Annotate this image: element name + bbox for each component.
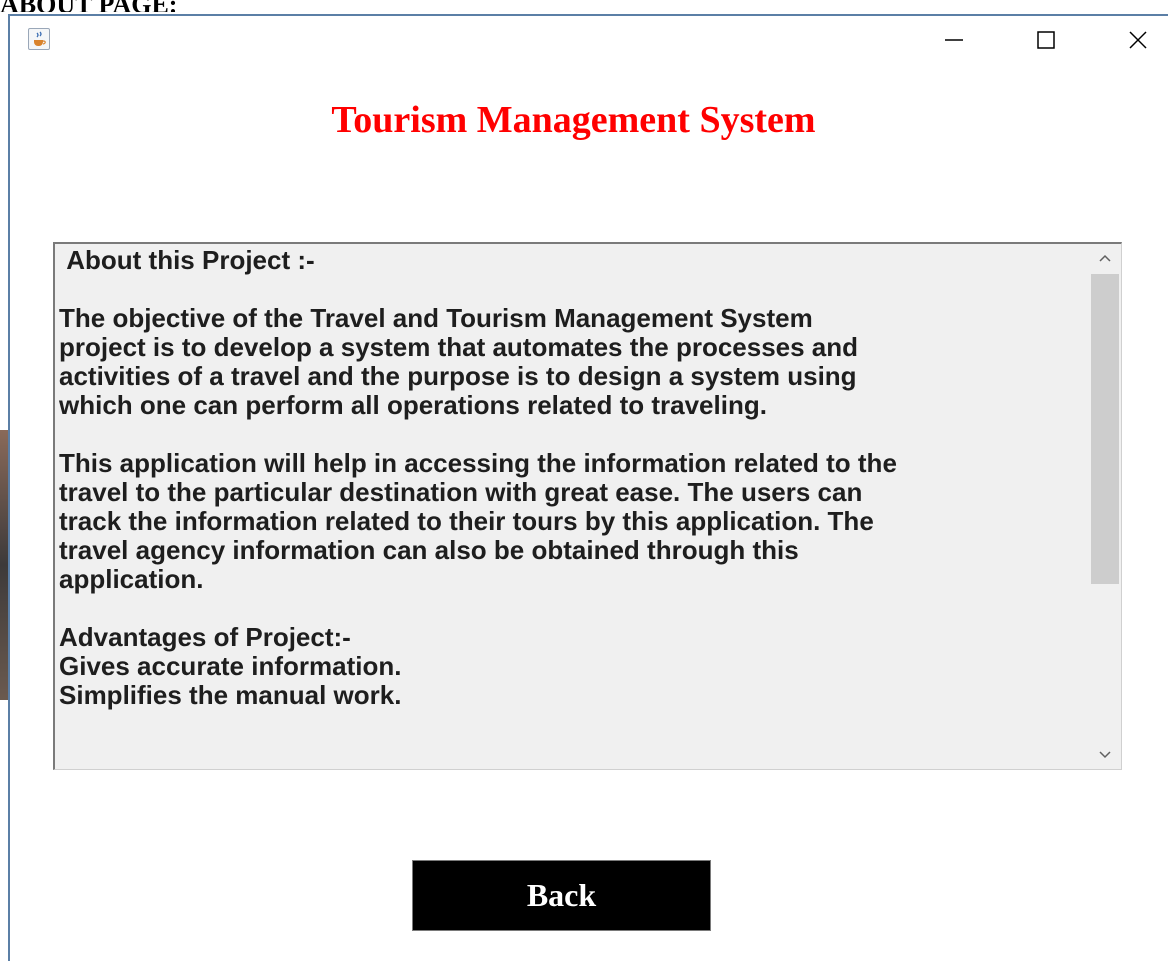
maximize-button[interactable] xyxy=(1016,18,1076,62)
scroll-up-button[interactable] xyxy=(1089,244,1121,272)
paragraph-2-line: travel to the particular destination wit… xyxy=(59,477,863,507)
about-text-area[interactable]: About this Project :- The objective of t… xyxy=(53,242,1122,770)
chevron-down-icon xyxy=(1099,751,1111,759)
paragraph-1-line: activities of a travel and the purpose i… xyxy=(59,361,857,391)
document-heading: ABOUT PAGE: xyxy=(0,0,177,12)
advantage-item: Simplifies the manual work. xyxy=(59,680,402,710)
paragraph-2-line: application. xyxy=(59,564,204,594)
scroll-thumb[interactable] xyxy=(1091,274,1119,584)
minimize-button[interactable] xyxy=(924,18,984,62)
title-bar[interactable] xyxy=(10,16,1168,62)
back-button[interactable]: Back xyxy=(412,860,711,931)
maximize-icon xyxy=(1037,31,1055,49)
advantage-item: Gives accurate information. xyxy=(59,651,402,681)
close-button[interactable] xyxy=(1108,18,1168,62)
chevron-up-icon xyxy=(1099,254,1111,262)
about-text-content: About this Project :- The objective of t… xyxy=(59,246,1085,710)
java-cup-icon[interactable] xyxy=(28,28,50,50)
app-title: Tourism Management System xyxy=(331,99,816,141)
advantages-heading: Advantages of Project:- xyxy=(59,622,351,652)
vertical-scrollbar[interactable] xyxy=(1089,244,1121,769)
paragraph-2-line: track the information related to their t… xyxy=(59,506,874,536)
about-heading: About this Project :- xyxy=(59,245,315,275)
background-window-edge xyxy=(0,430,8,700)
paragraph-1-line: The objective of the Travel and Tourism … xyxy=(59,303,813,333)
paragraph-1-line: project is to develop a system that auto… xyxy=(59,332,859,362)
paragraph-2-line: This application will help in accessing … xyxy=(59,448,897,478)
about-window: Tourism Management System About this Pro… xyxy=(8,14,1168,961)
paragraph-2-line: travel agency information can also be ob… xyxy=(59,535,799,565)
minimize-icon xyxy=(945,39,963,41)
scroll-down-button[interactable] xyxy=(1089,741,1121,769)
close-icon xyxy=(1129,31,1147,49)
paragraph-1-line: which one can perform all operations rel… xyxy=(59,390,767,420)
